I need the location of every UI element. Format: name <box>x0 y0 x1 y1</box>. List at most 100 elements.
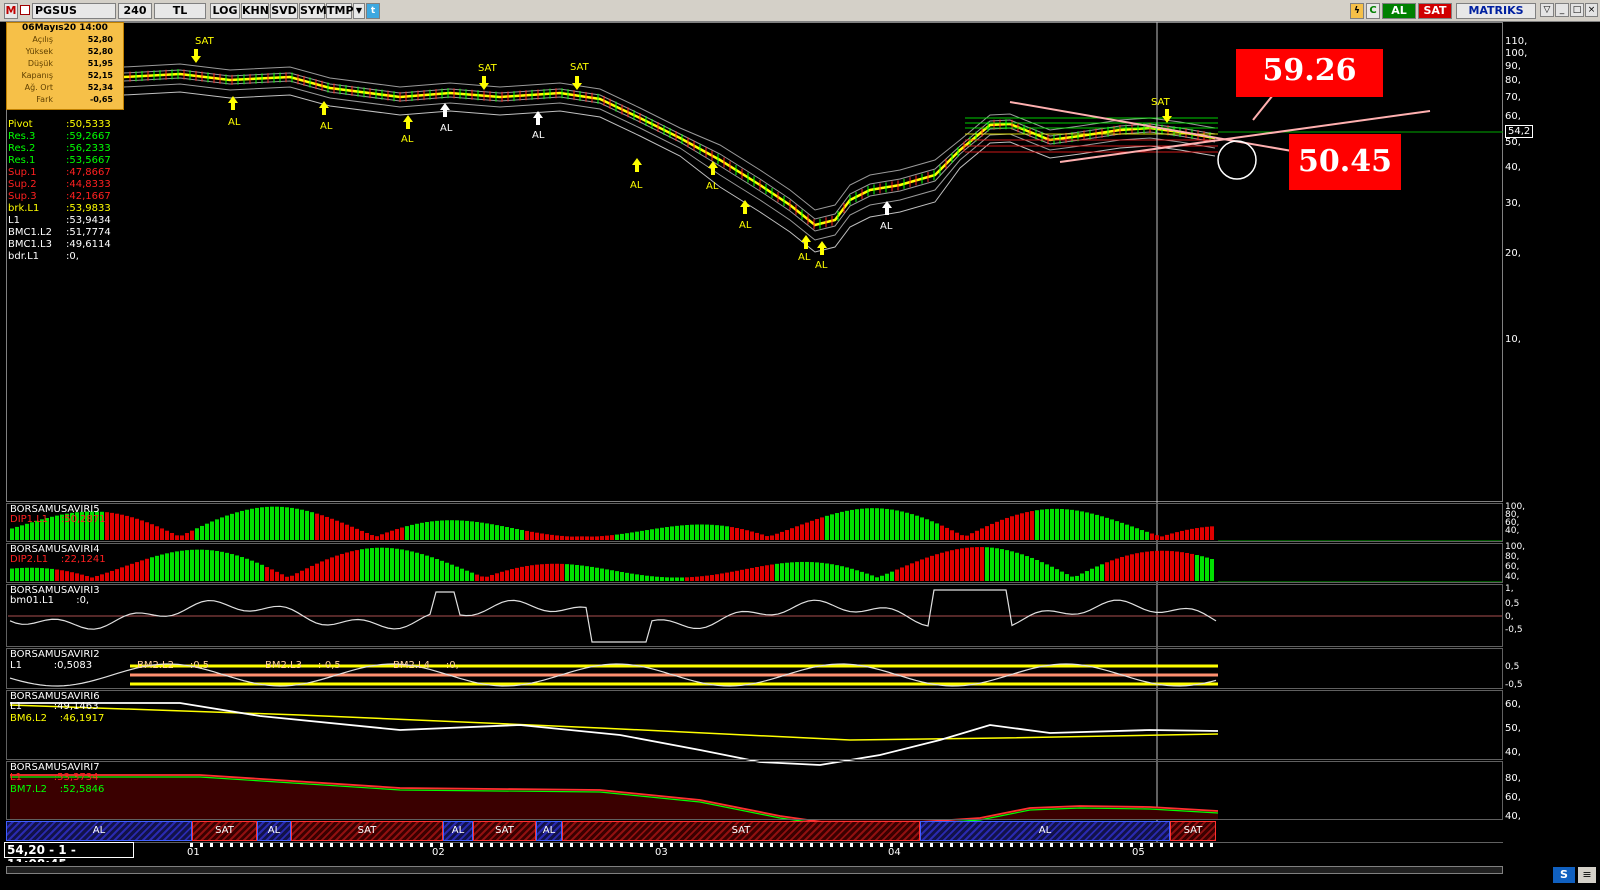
signal-segment-al: AL <box>6 821 192 841</box>
signal-segment-sat: SAT <box>473 821 536 841</box>
panel-tick: 50, <box>1505 723 1521 734</box>
al-signal-label: AL <box>706 181 719 192</box>
dip2-panel[interactable]: BORSAMUSAVIRI4 DIP2.L1 :22,1241 <box>6 543 1503 583</box>
bm6-panel[interactable]: BORSAMUSAVIRI6 L1 :49,1463 BM6.L2 :46,19… <box>6 690 1503 760</box>
sat-signal-label: SAT <box>195 36 214 47</box>
ohlc-row: Düşük 51,95 <box>27 59 113 68</box>
signal-segment-sat: SAT <box>1170 821 1216 841</box>
price-tick: 30, <box>1505 198 1521 209</box>
price-tick: 110, <box>1505 36 1528 47</box>
buy-arrow-icon <box>403 115 413 129</box>
signal-segment-al: AL <box>443 821 473 841</box>
signal-bar: AL SAT AL SAT AL SAT AL SAT AL SAT <box>6 821 1216 841</box>
time-label: 03 <box>655 847 668 858</box>
al-signal-label: AL <box>739 220 752 231</box>
time-label: 02 <box>432 847 445 858</box>
time-label: 05 <box>1132 847 1145 858</box>
legend-bmc1-l2: BMC1.L2:51,7774 <box>8 227 111 238</box>
panel-tick: 60, <box>1505 699 1521 710</box>
al-signal-label: AL <box>880 221 893 232</box>
ohlc-date: 06Mayıs20 14:00 <box>22 23 108 33</box>
bm7-panel[interactable]: BORSAMUSAVIRI7 L1 :53,3734 BM7.L2 :52,58… <box>6 761 1503 820</box>
panel-tick: 40, <box>1505 572 1520 582</box>
indicator-legend: Pivot:50,5333 Res.3:59,2667 Res.2:56,233… <box>8 119 158 263</box>
bm2-l2-label: BM2.L2 :0,5 <box>137 660 210 671</box>
buy-arrow-icon <box>801 235 811 249</box>
signal-segment-al: AL <box>920 821 1170 841</box>
crosshair-status: 54,20 - 1 - 11:08:45 <box>4 842 134 871</box>
bottom-bar: S ≡ <box>0 862 1600 890</box>
al-signal-label: AL <box>228 117 241 128</box>
buy-arrow-icon <box>740 200 750 214</box>
panel-value: L1 :0,5083 <box>10 660 93 671</box>
price-tick: 80, <box>1505 75 1521 86</box>
price-tick: 10, <box>1505 334 1521 345</box>
time-axis: 01 02 03 04 05 <box>6 842 1503 860</box>
signal-segment-sat: SAT <box>562 821 920 841</box>
panel-tick: 0, <box>1505 612 1514 622</box>
ohlc-row: Ağ. Ort 52,34 <box>24 83 113 92</box>
al-signal-label: AL <box>815 260 828 271</box>
sat-signal-label: SAT <box>478 63 497 74</box>
circle-marker <box>1217 140 1257 180</box>
signal-segment-al: AL <box>536 821 562 841</box>
legend-sup3: Sup.3:42,1667 <box>8 191 111 202</box>
envelope-band <box>123 69 1216 220</box>
panel-value-2: BM6.L2 :46,1917 <box>10 713 105 724</box>
time-label: 04 <box>888 847 901 858</box>
al-signal-label: AL <box>798 252 811 263</box>
sync-icon[interactable]: S <box>1553 867 1575 883</box>
panel-tick: 60, <box>1505 562 1520 572</box>
callout-pointer <box>1252 94 1274 121</box>
resistance-callout: 59.26 <box>1236 49 1383 97</box>
panel-value: L1 :49,1463 <box>10 701 99 712</box>
sat-signal-label: SAT <box>570 62 589 73</box>
price-tick: 100, <box>1505 48 1528 59</box>
bm01-panel[interactable]: BORSAMUSAVIRI3 bm01.L1 :0, <box>6 584 1503 647</box>
horizontal-scrollbar[interactable] <box>6 866 1503 874</box>
support-callout: 50.45 <box>1289 134 1401 190</box>
price-tick: 90, <box>1505 61 1521 72</box>
legend-sup2: Sup.2:44,8333 <box>8 179 111 190</box>
signal-segment-sat: SAT <box>192 821 257 841</box>
envelope-band <box>123 83 1216 241</box>
bm2-panel[interactable]: BORSAMUSAVIRI2 L1 :0,5083 BM2.L2 :0,5 BM… <box>6 648 1503 689</box>
al-signal-label: AL <box>401 134 414 145</box>
settings-icon[interactable]: ≡ <box>1578 867 1596 883</box>
buy-arrow-icon <box>632 158 642 172</box>
price-tick: 70, <box>1505 92 1521 103</box>
legend-res1: Res.1:53,5667 <box>8 155 111 166</box>
price-tick: 20, <box>1505 248 1521 259</box>
panel-value: DIP1.L1 :50,2871 <box>10 514 106 525</box>
panel-tick: 0,5 <box>1505 662 1520 672</box>
signal-segment-al: AL <box>257 821 291 841</box>
panel-value: DIP2.L1 :22,1241 <box>10 554 106 565</box>
panel-tick: 40, <box>1505 526 1520 536</box>
legend-brk: brk.L1:53,9833 <box>8 203 111 214</box>
panel-tick: 80, <box>1505 773 1521 784</box>
legend-bdr: bdr.L1:0, <box>8 251 79 262</box>
legend-bmc1-l3: BMC1.L3:49,6114 <box>8 239 111 250</box>
panel-tick: 1, <box>1505 584 1514 594</box>
panel-value-2: BM7.L2 :52,5846 <box>10 784 105 795</box>
panel-value: bm01.L1 :0, <box>10 595 90 606</box>
ohlc-row: Fark -0,65 <box>36 95 113 104</box>
panel-tick: -0,5 <box>1505 680 1523 690</box>
time-label: 01 <box>187 847 200 858</box>
ohlc-row: Kapanış 52,15 <box>21 71 113 80</box>
ohlc-row: Açılış 52,80 <box>32 35 113 44</box>
panel-tick: 100, <box>1505 542 1526 552</box>
panel-value: L1 :53,3734 <box>10 772 99 783</box>
al-signal-label: AL <box>630 180 643 191</box>
panel-tick: 60, <box>1505 792 1521 803</box>
envelope-band <box>123 77 1216 232</box>
panel-tick: 0,5 <box>1505 599 1520 609</box>
dip1-panel[interactable]: BORSAMUSAVIRI5 DIP1.L1 :50,2871 <box>6 503 1503 542</box>
al-signal-label: AL <box>532 130 545 141</box>
buy-arrow-icon <box>440 103 450 117</box>
legend-l1: L1:53,9434 <box>8 215 111 226</box>
bm2-l4-label: BM2.L4 :0, <box>393 660 459 671</box>
sell-arrow-icon <box>479 76 489 90</box>
sell-arrow-icon <box>191 49 201 63</box>
sat-signal-label: SAT <box>1151 97 1170 108</box>
